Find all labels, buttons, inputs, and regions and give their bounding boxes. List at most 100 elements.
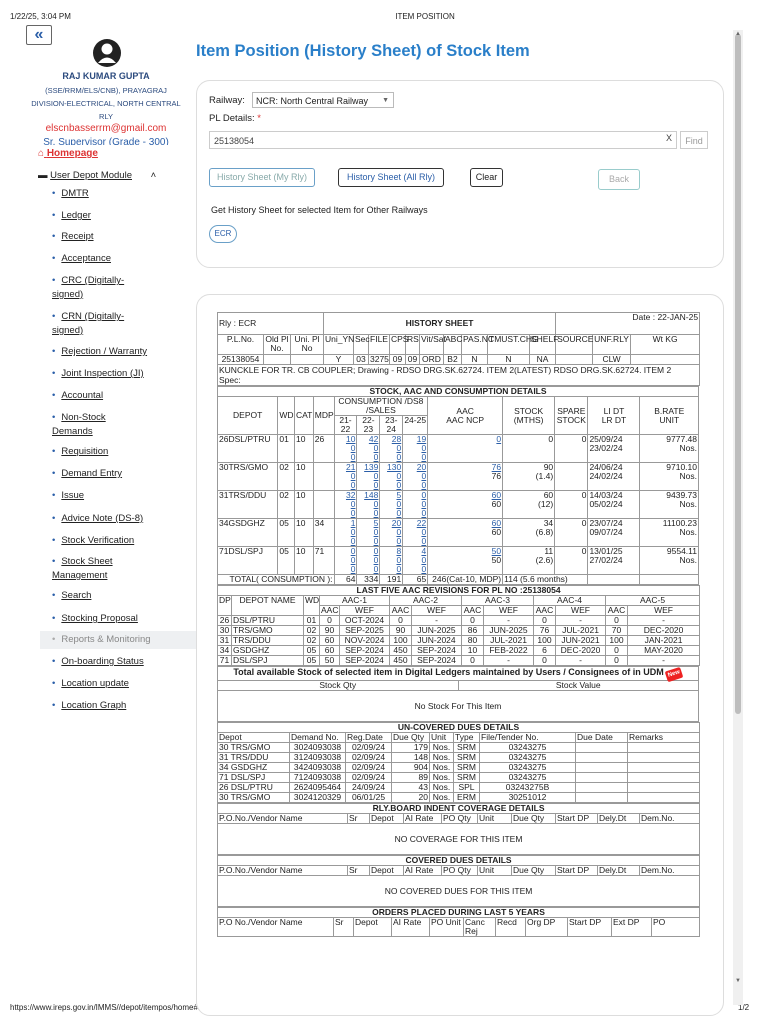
row-consumption-link[interactable]: 000: [402, 490, 429, 519]
row-consumption-link[interactable]: 800: [379, 546, 404, 575]
header-must-chg: TMUST.CHG: [487, 334, 539, 355]
aac-cell: TRS/GMO: [231, 625, 304, 636]
row-depot: 30TRS/GMO: [217, 462, 279, 491]
uncovered-cell: [575, 762, 628, 773]
row-consumption-link[interactable]: 130 0 0: [379, 462, 404, 491]
rly-board-coverage-table: RLY.BOARD INDENT COVERAGE DETAILS P.O.No…: [217, 803, 700, 855]
aac-cell: 26: [217, 615, 232, 626]
row-consumption-link[interactable]: 10 0 0: [333, 434, 358, 463]
sidebar-module-user-depot[interactable]: ▬ User Depot Module ˄: [38, 170, 156, 181]
table-row: 30TRS/GMO 02 10 21 0 0 139 0 0 130 0 0 20 0 0 76…: [217, 462, 699, 491]
row-wd: 02: [277, 490, 295, 519]
sidebar-item-onboarding-status[interactable]: • On-boarding Status: [52, 655, 144, 669]
sidebar-homepage-link[interactable]: ⌂ Homepage: [38, 148, 98, 159]
header-source: SOURCE: [555, 334, 593, 355]
scrollbar-thumb[interactable]: [735, 34, 741, 714]
sidebar-item-non-stock-demands[interactable]: • Non-Stock Demands: [52, 411, 122, 439]
row-consumption-link[interactable]: 139 0 0: [356, 462, 381, 491]
clear-input-button[interactable]: X: [666, 133, 672, 143]
sidebar-item-rejection-warranty[interactable]: • Rejection / Warranty: [52, 345, 147, 359]
sidebar-item-demand-entry[interactable]: • Demand Entry: [52, 467, 122, 481]
col-aac-4: AAC-4: [533, 595, 606, 606]
sidebar-item-crn[interactable]: • CRN (Digitally-signed): [52, 310, 132, 338]
col-consumption: CONSUMPTION /DS8 /SALES: [333, 396, 429, 416]
table-row: 34GSDGHZ 05 10 34 100 500 20 0 0 22 0 0 60 60…: [217, 518, 699, 547]
sidebar-item-reports-monitoring[interactable]: • Reports & Monitoring: [40, 631, 214, 649]
railway-chip-ecr[interactable]: ECR: [209, 225, 237, 243]
col-wef: WEF: [555, 605, 606, 616]
row-stock: 60 (12): [502, 490, 556, 519]
history-sheet-all-rly-button[interactable]: History Sheet (All Rly): [338, 168, 444, 187]
sidebar-item-stocking-proposal[interactable]: • Stocking Proposal: [52, 612, 138, 626]
aac-cell: 0: [605, 655, 628, 666]
row-consumption-link[interactable]: 20 0 0: [379, 518, 404, 547]
column-header: Start DP: [555, 865, 598, 876]
sheet-rly: Rly : ECR: [217, 312, 324, 335]
scroll-up-arrow[interactable]: ▲: [733, 31, 743, 37]
sidebar-item-stock-verification[interactable]: • Stock Verification: [52, 534, 134, 548]
row-consumption-link[interactable]: 500: [356, 518, 381, 547]
sidebar-item-issue[interactable]: • Issue: [52, 489, 84, 503]
sidebar-item-crc[interactable]: • CRC (Digitally-signed): [52, 274, 132, 302]
clear-button[interactable]: Clear: [470, 168, 503, 187]
column-header: Recd: [495, 917, 526, 937]
row-aac: 60 60: [427, 490, 504, 519]
sidebar-collapse-button[interactable]: «: [26, 25, 52, 45]
sidebar-item-dmtr[interactable]: • DMTR: [52, 187, 89, 201]
row-consumption-link[interactable]: 19 0 0: [402, 434, 429, 463]
row-consumption-link[interactable]: 500: [379, 490, 404, 519]
column-header: Ext DP: [611, 917, 652, 937]
aac-revisions-table: LAST FIVE AAC REVISIONS FOR PL NO :25138…: [217, 585, 700, 666]
row-consumption-link[interactable]: 148 0 0: [356, 490, 381, 519]
sidebar-item-requisition[interactable]: • Requisition: [52, 445, 108, 459]
uncovered-cell: 02/09/24: [345, 772, 392, 783]
row-consumption-link[interactable]: 28 0 0: [379, 434, 404, 463]
uncovered-cell: 30 TRS/GMO: [217, 742, 290, 753]
sidebar-item-joint-inspection[interactable]: • Joint Inspection (JI): [52, 367, 144, 381]
pas-nc-value: N: [461, 354, 488, 365]
sidebar-item-acceptance[interactable]: • Acceptance: [52, 252, 111, 266]
row-mdp: [312, 462, 335, 491]
row-consumption-link[interactable]: 22 0 0: [402, 518, 429, 547]
uncovered-header-row: Depot Demand No. Reg.Date Due Qty Unit Type Fi…: [217, 732, 700, 743]
scroll-down-arrow[interactable]: ▼: [733, 978, 743, 984]
aac-cell: NOV-2024: [339, 635, 390, 646]
uncovered-cell: 03243275: [479, 752, 576, 763]
sidebar-item-receipt[interactable]: • Receipt: [52, 230, 94, 244]
unf-rly-value: CLW: [592, 354, 632, 365]
sidebar-item-search[interactable]: • Search: [52, 589, 91, 603]
column-header: Depot: [353, 917, 392, 937]
col-depot-name: DEPOT NAME: [231, 595, 304, 616]
find-button[interactable]: Find: [680, 131, 708, 149]
sidebar-item-advice-note[interactable]: • Advice Note (DS-8): [52, 512, 143, 526]
sidebar-item-stock-sheet-management[interactable]: • Stock Sheet Management: [52, 555, 132, 583]
column-header: PO Qty: [441, 813, 478, 824]
row-consumption-link[interactable]: 000: [333, 546, 358, 575]
row-spare: [554, 462, 589, 491]
row-consumption-link[interactable]: 32 0 0: [333, 490, 358, 519]
pl-number-input[interactable]: 25138054: [209, 131, 677, 149]
row-consumption-link[interactable]: 000: [356, 546, 381, 575]
row-consumption-link[interactable]: 20 0 0: [402, 462, 429, 491]
pl-details-label: PL Details: *: [209, 113, 261, 124]
abc-value: B2: [443, 354, 462, 365]
row-consumption-link[interactable]: 100: [333, 518, 358, 547]
row-cat: 10: [294, 462, 314, 491]
uncovered-section-title: UN-COVERED DUES DETAILS: [217, 722, 700, 733]
history-sheet-my-rly-button[interactable]: History Sheet (My Rly): [209, 168, 315, 187]
sidebar-item-ledger[interactable]: • Ledger: [52, 209, 91, 223]
table-row: 30 TRS/GMO 3024093038 02/09/24 179 Nos. SRM 03…: [217, 742, 700, 753]
sidebar-item-location-graph[interactable]: • Location Graph: [52, 699, 126, 713]
row-consumption-link[interactable]: 400: [402, 546, 429, 575]
sidebar-item-location-update[interactable]: • Location update: [52, 677, 129, 691]
railway-select[interactable]: NCR: North Central Railway ▼: [252, 92, 394, 108]
back-button[interactable]: Back: [598, 169, 640, 190]
row-cat: 10: [294, 518, 314, 547]
sidebar-item-accountal[interactable]: • Accountal: [52, 389, 103, 403]
uncovered-dues-table: UN-COVERED DUES DETAILS Depot Demand No. R…: [217, 722, 700, 803]
chevron-up-icon[interactable]: ˄: [151, 170, 157, 181]
row-consumption-link[interactable]: 42 0 0: [356, 434, 381, 463]
row-consumption-link[interactable]: 21 0 0: [333, 462, 358, 491]
aac-cell: 0: [461, 655, 484, 666]
header-pl-no: P.L.No.: [217, 334, 264, 355]
